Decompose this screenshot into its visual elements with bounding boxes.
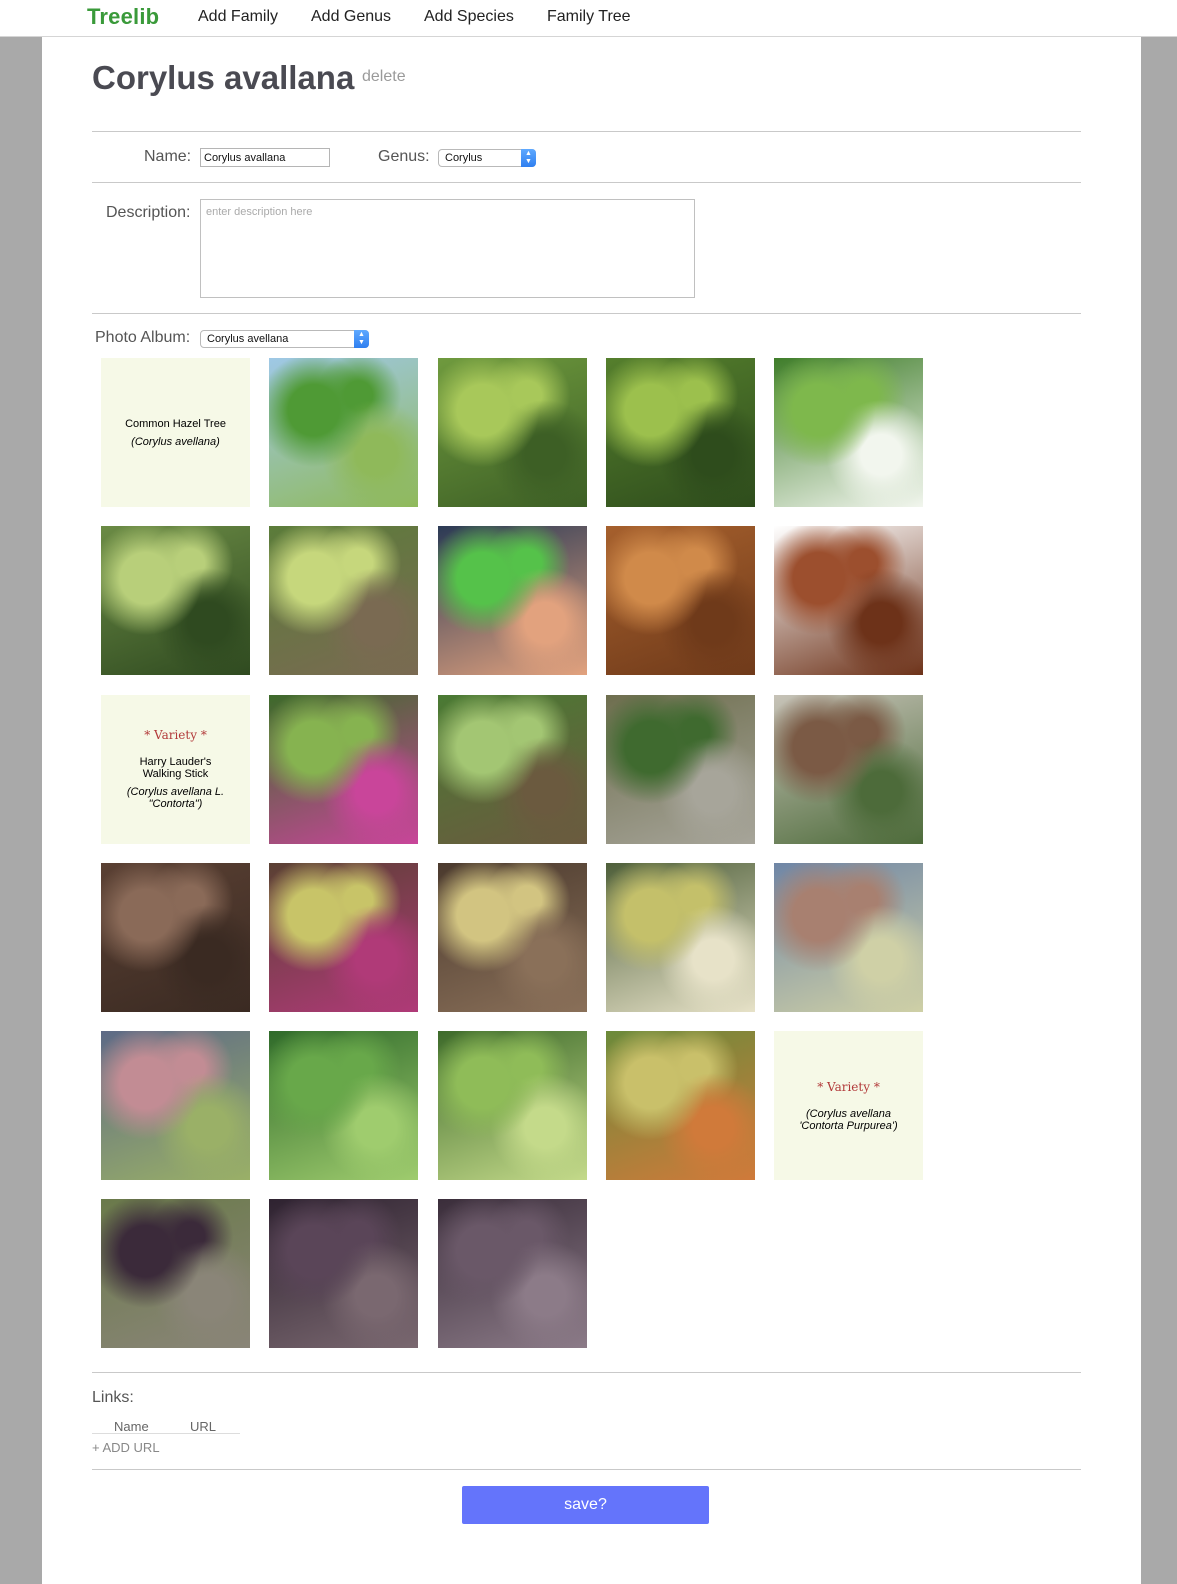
- genus-select[interactable]: Corylus ▲ ▼: [438, 149, 536, 167]
- album-photo[interactable]: [774, 526, 923, 676]
- album-photo[interactable]: [605, 526, 755, 676]
- photo-album-select-value: Corylus avellana: [207, 333, 289, 345]
- album-photo[interactable]: [774, 862, 923, 1012]
- links-col-url: URL: [190, 1419, 217, 1434]
- description-label: Description:: [106, 204, 191, 221]
- links-header-underline: [92, 1433, 240, 1434]
- album-title-card[interactable]: Common Hazel Tree (Corylus avellana): [101, 358, 250, 507]
- card-text: Harry Lauder's: [139, 756, 212, 768]
- add-url-link[interactable]: + ADD URL: [92, 1440, 160, 1455]
- links-label: Links:: [92, 1389, 134, 1406]
- divider: [92, 131, 1081, 132]
- nav-family-tree[interactable]: Family Tree: [547, 8, 631, 26]
- album-photo[interactable]: [101, 1031, 250, 1180]
- main-panel: Corylus avallana delete Name: Genus: Cor…: [42, 37, 1141, 1584]
- nav-add-family[interactable]: Add Family: [198, 8, 278, 26]
- card-italic-text: "Contorta"): [148, 798, 203, 810]
- album-photo[interactable]: [269, 1031, 419, 1180]
- photo-album-label: Photo Album:: [95, 329, 191, 346]
- album-photo[interactable]: [437, 862, 587, 1012]
- album-photo[interactable]: [269, 526, 419, 676]
- album-photo[interactable]: [605, 358, 755, 507]
- album-photo[interactable]: [101, 1199, 250, 1349]
- save-button[interactable]: save?: [462, 1486, 709, 1524]
- brand-logo-link[interactable]: Treelib: [87, 4, 159, 30]
- nav-add-species[interactable]: Add Species: [424, 8, 514, 26]
- album-photo[interactable]: [437, 694, 587, 844]
- genus-select-value: Corylus: [445, 152, 483, 164]
- album-photo[interactable]: [605, 862, 755, 1012]
- name-label: Name:: [144, 148, 192, 165]
- description-textarea[interactable]: enter description here: [200, 199, 695, 298]
- divider: [92, 1469, 1081, 1470]
- album-photo[interactable]: [101, 526, 250, 676]
- album-photo[interactable]: [437, 1199, 587, 1349]
- card-italic-text: 'Contorta Purpurea'): [799, 1119, 898, 1132]
- select-arrows-icon: ▲ ▼: [354, 330, 369, 348]
- album-photo[interactable]: [605, 694, 755, 844]
- album-photo[interactable]: [774, 694, 923, 844]
- card-italic-text: (Corylus avellana: [806, 1107, 891, 1120]
- select-arrows-icon: ▲ ▼: [521, 149, 536, 167]
- genus-label: Genus:: [378, 148, 430, 165]
- name-input[interactable]: [200, 148, 330, 167]
- card-text: Walking Stick: [142, 768, 209, 780]
- delete-link[interactable]: delete: [362, 68, 406, 86]
- card-variety-text: * Variety *: [144, 728, 207, 742]
- album-photo[interactable]: [437, 1031, 587, 1180]
- links-col-name: Name: [114, 1419, 149, 1434]
- album-photo[interactable]: [269, 358, 419, 507]
- species-title: Corylus avallana: [92, 59, 355, 96]
- album-photo[interactable]: [269, 694, 419, 844]
- card-variety-text: * Variety *: [817, 1079, 880, 1094]
- album-photo[interactable]: [774, 358, 923, 507]
- top-navbar: Treelib Add Family Add Genus Add Species…: [0, 0, 1177, 37]
- card-italic-text: (Corylus avellana L.: [126, 786, 225, 798]
- album-photo[interactable]: [101, 862, 250, 1012]
- card-italic-text: (Corylus avellana): [131, 435, 220, 448]
- album-photo[interactable]: [269, 862, 419, 1012]
- album-title-card[interactable]: * Variety * Harry Lauder's Walking Stick (C…: [101, 694, 250, 844]
- nav-add-genus[interactable]: Add Genus: [311, 8, 391, 26]
- album-photo[interactable]: [269, 1199, 419, 1349]
- album-photo[interactable]: [437, 526, 587, 676]
- card-text: Common Hazel Tree: [125, 417, 226, 430]
- album-photo[interactable]: [437, 358, 587, 507]
- album-photo[interactable]: [605, 1031, 755, 1180]
- album-title-card[interactable]: * Variety * (Corylus avellana 'Contorta Pu…: [774, 1031, 923, 1180]
- divider: [92, 182, 1081, 183]
- divider: [92, 313, 1081, 314]
- divider: [92, 1372, 1081, 1373]
- photo-album-select[interactable]: Corylus avellana ▲ ▼: [200, 330, 369, 348]
